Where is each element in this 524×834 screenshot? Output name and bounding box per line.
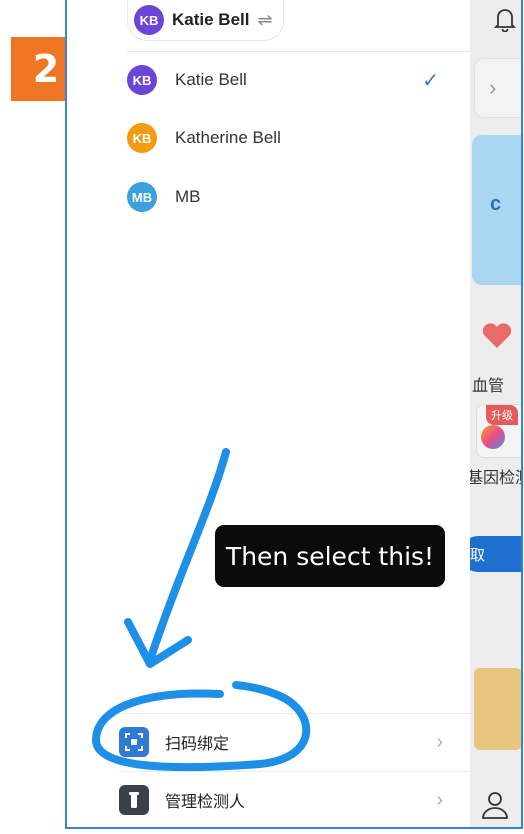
account-name: MB xyxy=(175,187,201,206)
gene-test-tile[interactable]: 升级 xyxy=(476,404,521,458)
gene-test-label: 基因检测4 xyxy=(467,470,521,487)
chevron-right-icon: › xyxy=(436,788,443,811)
heart-icon xyxy=(482,323,512,348)
menu-item-label: 扫码绑定 xyxy=(165,736,230,753)
avatar: KB xyxy=(127,65,157,95)
divider xyxy=(127,51,470,52)
upgrade-tag: 升级 xyxy=(486,405,518,425)
menu-item-scan-bind[interactable]: 扫码绑定 › xyxy=(119,713,470,770)
checkmark-icon: ✓ xyxy=(422,69,439,92)
swap-icon: ⇌ xyxy=(257,9,273,30)
phone-screen: › c 血管 升级 基因检测4 取 KB Katie Bell ⇌ KB Kat… xyxy=(65,0,523,829)
current-account-name: Katie Bell xyxy=(172,10,250,29)
banner-logo-icon: c xyxy=(490,193,502,215)
account-name: Katherine Bell xyxy=(175,128,281,147)
account-item-katherine-bell[interactable]: KB Katherine Bell xyxy=(127,118,470,158)
menu-item-label: 管理检测人 xyxy=(165,794,246,811)
gene-test-icon xyxy=(481,425,505,449)
profile-icon[interactable] xyxy=(480,790,510,820)
bell-icon xyxy=(494,9,516,32)
chevron-right-icon: › xyxy=(436,730,443,753)
promo-banner[interactable]: c xyxy=(472,135,521,285)
account-name: Katie Bell xyxy=(175,70,247,89)
account-item-mb[interactable]: MB MB xyxy=(127,177,470,217)
next-arrow-button[interactable]: › xyxy=(474,58,521,118)
account-drawer: KB Katie Bell ⇌ KB Katie Bell ✓ KB Kathe… xyxy=(97,0,470,827)
annotation-callout: Then select this! xyxy=(215,525,445,587)
chevron-right-icon: › xyxy=(489,75,497,100)
avatar: MB xyxy=(127,182,157,212)
avatar: KB xyxy=(127,123,157,153)
avatar: KB xyxy=(134,5,164,35)
account-switcher[interactable]: KB Katie Bell ⇌ xyxy=(127,0,284,41)
test-tube-icon xyxy=(119,785,149,815)
scan-icon xyxy=(119,727,149,757)
vascular-label: 血管 xyxy=(472,378,505,395)
menu-item-manage-testers[interactable]: 管理检测人 › xyxy=(119,771,470,827)
account-item-katie-bell[interactable]: KB Katie Bell ✓ xyxy=(127,60,470,100)
background-app: › c 血管 升级 基因检测4 取 xyxy=(460,0,521,827)
product-image[interactable] xyxy=(474,668,521,750)
